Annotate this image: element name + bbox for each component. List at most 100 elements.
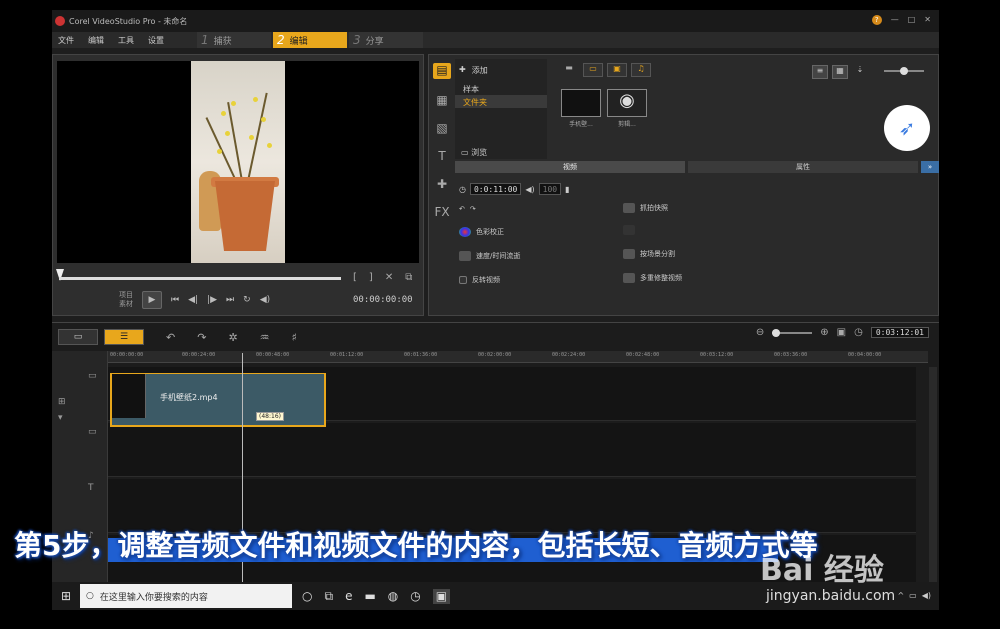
option-split-scene[interactable]: 按场景分割 (623, 249, 675, 259)
tab-attributes[interactable]: 属性 (688, 161, 918, 173)
show-video-icon[interactable]: ▭ (583, 63, 603, 77)
reverse-checkbox[interactable] (459, 276, 467, 284)
rotate-right-icon[interactable]: ↷ (470, 205, 476, 213)
store-icon[interactable]: ◍ (388, 589, 398, 604)
volume-icon[interactable]: ◀) (525, 185, 534, 194)
flower (253, 97, 258, 102)
repeat-icon[interactable]: ↻ (243, 295, 251, 305)
videostudio-taskbar-icon[interactable]: ▣ (432, 588, 451, 604)
minimize-button[interactable]: — (891, 15, 899, 25)
home-icon[interactable]: ⏮ (171, 295, 179, 305)
clock-app-icon[interactable]: ◷ (410, 589, 420, 604)
library-item-samples[interactable]: 样本 (455, 82, 547, 95)
window-title: Corel VideoStudio Pro - 未命名 (69, 16, 188, 26)
thumbnail-size-slider[interactable] (884, 67, 924, 75)
edge-icon[interactable]: e (345, 589, 352, 604)
redo-icon[interactable]: ↷ (197, 331, 206, 344)
step-share[interactable]: 3 分享 (349, 32, 423, 48)
show-audio-icon[interactable]: ♫ (631, 63, 651, 77)
menu-settings[interactable]: 设置 (148, 35, 164, 46)
smartpackage-icon[interactable]: ✲ (228, 331, 237, 344)
option-multi-trim[interactable]: 多重修整视频 (623, 273, 682, 283)
folder-icon[interactable]: ▬ (559, 63, 579, 77)
tray-up-icon[interactable]: ^ (897, 591, 904, 600)
timeline-ruler[interactable]: 00:00:00:00 00:00:24:00 00:00:48:00 00:0… (108, 351, 928, 363)
option-snapshot[interactable]: 抓拍快照 (623, 203, 668, 213)
menu-file[interactable]: 文件 (58, 35, 74, 46)
storyboard-view-button[interactable]: ▭ (58, 329, 98, 345)
maximize-button[interactable]: □ (908, 15, 916, 25)
ruler-tick: 00:02:00:00 (478, 352, 512, 358)
filter-icon[interactable]: FX (434, 205, 449, 219)
taskbar-search-input[interactable]: ○ 在这里输入你要搜索的内容 (80, 584, 292, 608)
graphic-icon[interactable]: ✚ (437, 177, 447, 191)
help-icon[interactable]: ? (871, 15, 882, 25)
clock-icon: ◷ (459, 184, 466, 194)
collapse-icon[interactable]: » (921, 161, 939, 173)
duration-field[interactable]: 0:0:11:00 (469, 183, 522, 195)
close-button[interactable]: ✕ (924, 15, 931, 25)
sort-icon[interactable]: ⇣ (852, 65, 868, 79)
video-track-icon[interactable]: ▭ (88, 371, 97, 381)
show-photo-icon[interactable]: ▣ (607, 63, 627, 77)
overlay-track-icon[interactable]: ▭ (88, 427, 97, 437)
audio-mixer-icon[interactable]: ♒ (260, 331, 270, 344)
auto-music-icon[interactable]: ♯ (292, 331, 297, 344)
track-manager-icon[interactable]: ⊞ (58, 397, 66, 407)
windows-start-icon[interactable]: ⊞ (52, 589, 80, 603)
end-icon[interactable]: ⏭ (226, 295, 234, 305)
timeline-view-button[interactable]: ☰ (104, 329, 144, 345)
zoom-in-icon[interactable]: ⊕ (820, 327, 828, 338)
network-icon[interactable]: ▭ (909, 591, 917, 600)
mark-out-button[interactable]: ] (369, 272, 373, 283)
title-track-icon[interactable]: T (88, 483, 94, 493)
rotate-icons[interactable]: ↶ ↷ (459, 205, 476, 213)
step-capture[interactable]: 1 捕获 (197, 32, 271, 48)
speaker-icon[interactable]: ◀) (922, 591, 931, 600)
transition-icon[interactable]: ▧ (436, 121, 447, 135)
undo-icon[interactable]: ↶ (166, 331, 175, 344)
zoom-out-icon[interactable]: ⊖ (756, 327, 764, 338)
volume-icon[interactable]: ◀) (260, 295, 270, 305)
video-clip[interactable]: 手机壁纸2.mp4 (48:16) (110, 373, 326, 427)
mute-icon[interactable]: ▮ (565, 185, 569, 194)
tab-video[interactable]: 视频 (455, 161, 685, 173)
media-icon[interactable]: ▤ (433, 63, 451, 79)
rotate-left-icon[interactable]: ↶ (459, 205, 465, 213)
file-explorer-icon[interactable]: ▬ (364, 589, 375, 604)
list-view-icon[interactable]: ≡ (812, 65, 828, 79)
library-item-folder[interactable]: 文件夹 (455, 95, 547, 108)
play-button[interactable]: ▶ (142, 291, 162, 309)
zoom-slider[interactable] (772, 328, 813, 337)
option-reverse[interactable]: 反转视频 (459, 275, 500, 285)
cut-icon[interactable]: ✕ (385, 272, 393, 283)
option-speed[interactable]: 速度/时间流逝 (459, 251, 520, 261)
library-thumb-audio[interactable]: ◉ (607, 89, 647, 117)
prev-frame-icon[interactable]: ◀| (188, 295, 198, 305)
mode-selector[interactable]: 项目 素材 (119, 291, 133, 309)
option-color-correction[interactable]: 色彩校正 (459, 227, 504, 237)
scrubber-bar[interactable] (59, 277, 341, 280)
next-frame-icon[interactable]: |▶ (207, 295, 217, 305)
chevron-down-icon[interactable]: ▾ (58, 413, 63, 423)
bird-logo-icon: ➶ (884, 105, 930, 151)
mark-in-button[interactable]: [ (353, 272, 357, 283)
add-folder-button[interactable]: ✚ 添加 (455, 59, 547, 82)
library-thumb-video[interactable] (561, 89, 601, 117)
project-timecode[interactable]: 0:03:12:01 (870, 327, 929, 338)
options-tabs: 视频 属性 » (455, 161, 939, 173)
overlay-track[interactable] (108, 423, 916, 477)
browse-button[interactable]: ▭ 浏览 (461, 147, 487, 158)
menu-tools[interactable]: 工具 (118, 35, 134, 46)
thumbnail-view-icon[interactable]: ▦ (832, 65, 848, 79)
instant-project-icon[interactable]: ▦ (436, 93, 447, 107)
menu-edit[interactable]: 编辑 (88, 35, 104, 46)
task-view-icon[interactable]: ⧉ (324, 589, 333, 604)
copy-icon[interactable]: ⧉ (405, 272, 412, 283)
volume-field[interactable]: 100 (538, 183, 562, 195)
cortana-icon[interactable]: ○ (302, 589, 312, 604)
step-edit[interactable]: 2 编辑 (273, 32, 347, 48)
title-icon[interactable]: T (438, 149, 445, 163)
fit-icon[interactable]: ▣ (837, 327, 846, 338)
preview-timecode[interactable]: 00:00:00:00 (353, 295, 413, 305)
